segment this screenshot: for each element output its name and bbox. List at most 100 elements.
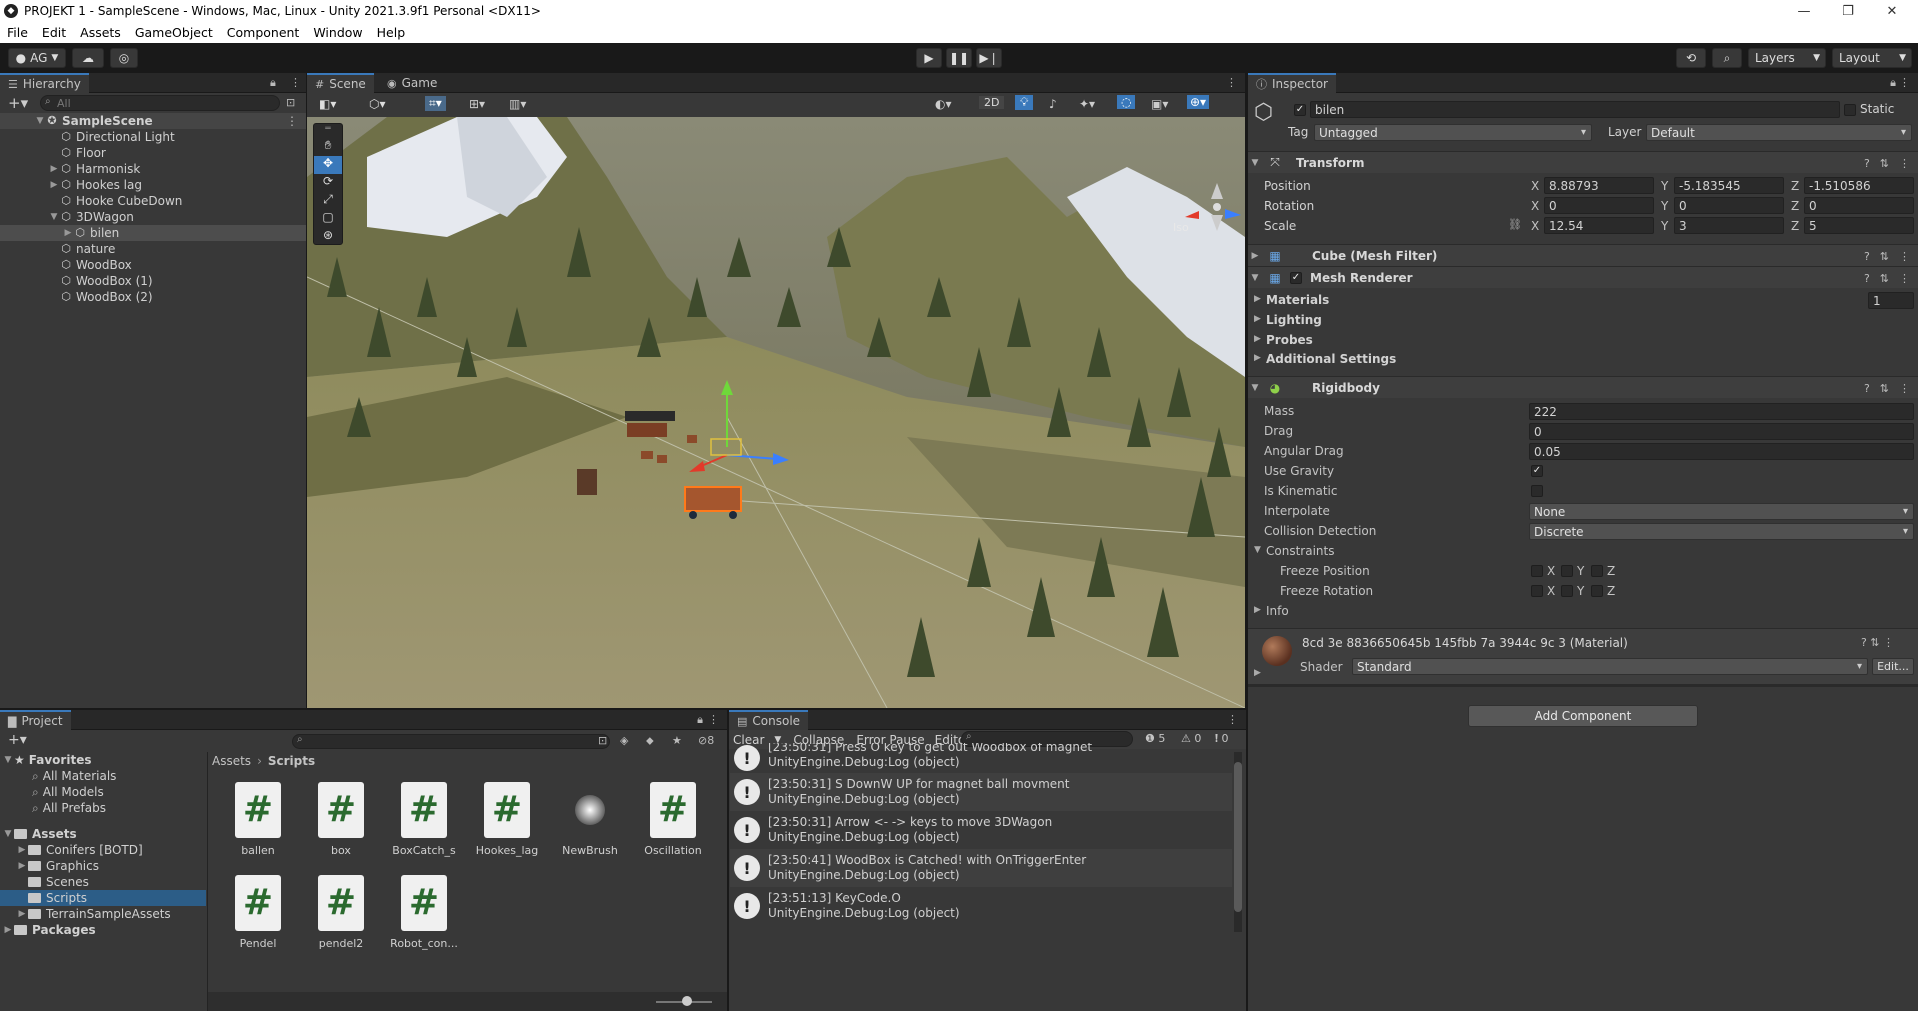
hierarchy-item[interactable]: ⬡ WoodBox (1) bbox=[0, 273, 306, 289]
favorite-star-icon[interactable]: ★ bbox=[672, 734, 682, 747]
drag-handle-icon[interactable]: ═ bbox=[314, 124, 342, 138]
layers-dropdown[interactable]: Layers ▼ bbox=[1748, 48, 1826, 68]
freeze-rot-x-checkbox[interactable] bbox=[1531, 585, 1543, 597]
expand-arrow-icon[interactable]: ▶ bbox=[1254, 668, 1261, 678]
position-z-field[interactable]: -1.510586 bbox=[1804, 177, 1914, 194]
account-dropdown[interactable]: ● AG ▼ bbox=[8, 48, 66, 68]
search-button[interactable]: ⌕ bbox=[1712, 48, 1742, 68]
presets-icon[interactable]: ⇅ bbox=[1880, 382, 1889, 395]
probes-foldout[interactable]: Probes bbox=[1266, 333, 1313, 347]
gizmos-icon[interactable]: ⊕▾ bbox=[1187, 95, 1210, 109]
scale-tool-icon[interactable]: ⤢ bbox=[314, 192, 342, 210]
expand-arrow-icon[interactable]: ▶ bbox=[48, 180, 60, 190]
expand-arrow-icon[interactable]: ▼ bbox=[1254, 545, 1261, 555]
kebab-menu-icon[interactable]: ⋮ bbox=[1227, 713, 1238, 726]
console-entry[interactable]: ! [23:50:31] S DownW UP for magnet ball … bbox=[730, 773, 1232, 811]
layer-dropdown[interactable]: Default bbox=[1646, 124, 1912, 141]
freeze-pos-y-checkbox[interactable] bbox=[1561, 565, 1573, 577]
use-gravity-checkbox[interactable]: ✓ bbox=[1531, 465, 1543, 477]
kebab-menu-icon[interactable]: ⋮ bbox=[1899, 157, 1910, 170]
console-entry[interactable]: ! [23:50:31] Arrow <- -> keys to move 3D… bbox=[730, 811, 1232, 849]
script-asset[interactable]: # BoxCatch_s bbox=[384, 782, 464, 857]
hierarchy-item[interactable]: ⬡ nature bbox=[0, 241, 306, 257]
scene-row[interactable]: ▼ ✪ SampleScene ⋮ bbox=[0, 113, 306, 129]
expand-arrow-icon[interactable]: ▶ bbox=[48, 164, 60, 174]
expand-arrow-icon[interactable]: ▶ bbox=[1254, 605, 1261, 615]
collab-button[interactable]: ◎ bbox=[110, 48, 138, 68]
folder-item-selected[interactable]: Scripts bbox=[0, 890, 206, 906]
help-icon[interactable]: ? bbox=[1864, 250, 1870, 263]
script-asset[interactable]: # box bbox=[301, 782, 381, 857]
freeze-rot-y-checkbox[interactable] bbox=[1561, 585, 1573, 597]
lock-icon[interactable]: 🔒︎ bbox=[270, 76, 276, 90]
history-button[interactable]: ⟲ bbox=[1676, 48, 1706, 68]
scrollbar-thumb[interactable] bbox=[1234, 762, 1242, 912]
help-icon[interactable]: ? bbox=[1864, 157, 1870, 170]
materials-count-field[interactable]: 1 bbox=[1868, 292, 1914, 309]
position-y-field[interactable]: -5.183545 bbox=[1674, 177, 1784, 194]
rect-tool-icon[interactable]: ▢ bbox=[314, 210, 342, 228]
step-button[interactable]: ▶❘ bbox=[976, 48, 1002, 68]
expand-arrow-icon[interactable]: ▶ bbox=[1254, 294, 1261, 304]
constraints-foldout[interactable]: Constraints bbox=[1266, 544, 1334, 558]
favorite-item[interactable]: ⌕ All Prefabs bbox=[0, 800, 206, 816]
lighting-toggle-icon[interactable]: 💡︎ bbox=[1015, 95, 1034, 110]
scene-viewport[interactable]: ═ ✋︎ ✥ ⟳ ⤢ ▢ ⊛ Iso bbox=[307, 117, 1245, 708]
menu-gameobject[interactable]: GameObject bbox=[128, 25, 220, 40]
menu-window[interactable]: Window bbox=[306, 25, 369, 40]
scale-z-field[interactable]: 5 bbox=[1804, 217, 1914, 234]
expand-arrow-icon[interactable]: ▶ bbox=[62, 228, 74, 238]
kebab-menu-icon[interactable]: ⋮ bbox=[1226, 76, 1237, 89]
shader-edit-button[interactable]: Edit... bbox=[1872, 658, 1914, 675]
assets-row[interactable]: ▼ Assets bbox=[0, 826, 206, 842]
presets-icon[interactable]: ⇅ bbox=[1880, 157, 1889, 170]
hierarchy-item[interactable]: ⬡ Hooke CubeDown bbox=[0, 193, 306, 209]
hierarchy-item[interactable]: ⬡ Floor bbox=[0, 145, 306, 161]
link-icon[interactable]: ⛓︎ bbox=[1508, 218, 1522, 231]
minimize-button[interactable]: — bbox=[1782, 0, 1826, 22]
tab-game[interactable]: ◉ Game bbox=[379, 73, 445, 93]
hidden-packages-icon[interactable]: ⊘8 bbox=[698, 734, 714, 747]
additional-settings-foldout[interactable]: Additional Settings bbox=[1266, 352, 1396, 366]
draw-mode-icon[interactable]: ◧▾ bbox=[319, 97, 336, 111]
tag-icon[interactable]: ⬥ bbox=[646, 734, 654, 748]
cube-mode-icon[interactable]: ⬡▾ bbox=[369, 97, 386, 111]
rigidbody-header[interactable]: ▼ ◕ Rigidbody ? ⇅ ⋮ bbox=[1248, 376, 1918, 398]
mesh-filter-header[interactable]: ▶ ▦ Cube (Mesh Filter) ? ⇅ ⋮ bbox=[1248, 244, 1918, 266]
object-name-field[interactable]: bilen bbox=[1310, 101, 1840, 118]
tab-console[interactable]: ▤ Console bbox=[729, 710, 809, 730]
scale-x-field[interactable]: 12.54 bbox=[1544, 217, 1654, 234]
2d-toggle[interactable]: 2D bbox=[979, 96, 1005, 109]
help-icon[interactable]: ? ⇅ ⋮ bbox=[1861, 636, 1894, 649]
presets-icon[interactable]: ⇅ bbox=[1880, 250, 1889, 263]
lock-icon[interactable]: 🔒︎ bbox=[1890, 76, 1896, 90]
script-asset[interactable]: # Oscillation bbox=[633, 782, 713, 857]
menu-assets[interactable]: Assets bbox=[73, 25, 128, 40]
search-filter-icon[interactable]: ⊡ bbox=[286, 96, 295, 109]
shader-dropdown[interactable]: Standard bbox=[1352, 658, 1868, 675]
hierarchy-item-selected[interactable]: ▶ ⬡ bilen bbox=[0, 225, 306, 241]
brush-asset[interactable]: NewBrush bbox=[550, 782, 630, 857]
tab-project[interactable]: ▇ Project bbox=[0, 710, 71, 730]
script-asset[interactable]: # Hookes_lag bbox=[467, 782, 547, 857]
kebab-menu-icon[interactable]: ⋮ bbox=[286, 114, 298, 128]
expand-arrow-icon[interactable]: ▼ bbox=[34, 116, 46, 126]
menu-help[interactable]: Help bbox=[370, 25, 413, 40]
menu-component[interactable]: Component bbox=[220, 25, 307, 40]
slider-thumb[interactable] bbox=[682, 996, 692, 1006]
transform-header[interactable]: ▼ ⤧ Transform ? ⇅ ⋮ bbox=[1248, 151, 1918, 173]
search-by-type-icon[interactable]: ⊡ bbox=[598, 734, 607, 747]
collision-detection-dropdown[interactable]: Discrete bbox=[1529, 523, 1914, 540]
presets-icon[interactable]: ⇅ bbox=[1880, 272, 1889, 285]
folder-item[interactable]: ▶ TerrainSampleAssets bbox=[0, 906, 206, 922]
kebab-menu-icon[interactable]: ⋮ bbox=[1899, 272, 1910, 285]
shading-mode-icon[interactable]: ◐▾ bbox=[935, 97, 952, 111]
help-icon[interactable]: ? bbox=[1864, 272, 1870, 285]
breadcrumb-scripts[interactable]: Scripts bbox=[268, 754, 315, 768]
breadcrumb-assets[interactable]: Assets bbox=[212, 754, 251, 768]
script-asset[interactable]: # ballen bbox=[218, 782, 298, 857]
kebab-menu-icon[interactable]: ⋮ bbox=[1899, 76, 1910, 89]
expand-arrow-icon[interactable]: ▶ bbox=[1254, 334, 1261, 344]
tab-hierarchy[interactable]: ☰ Hierarchy bbox=[0, 73, 89, 93]
play-button[interactable]: ▶ bbox=[916, 48, 942, 68]
